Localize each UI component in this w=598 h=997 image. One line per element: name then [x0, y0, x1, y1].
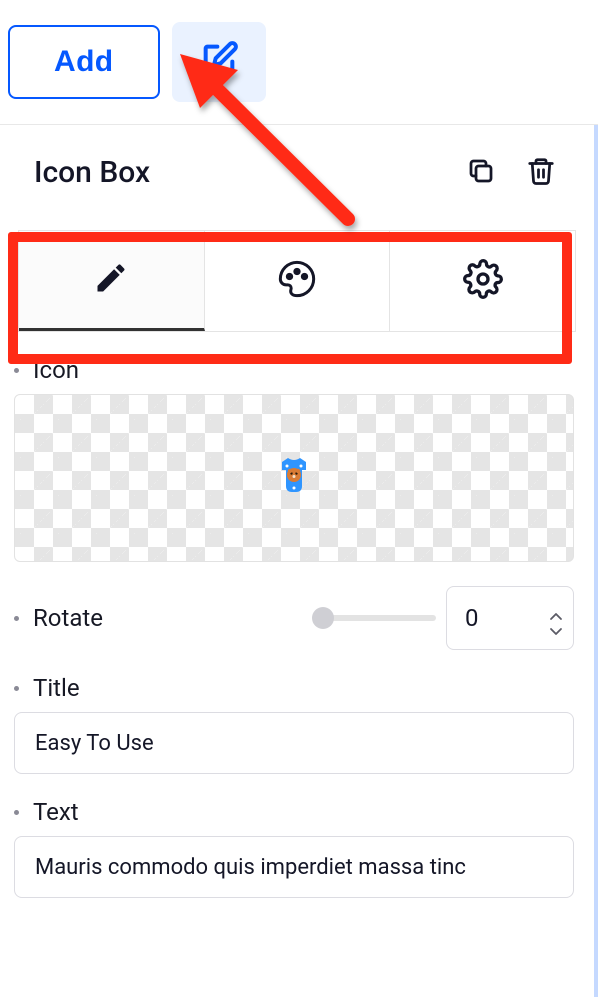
rotate-stepper[interactable]: 0	[446, 586, 574, 650]
slider-thumb[interactable]	[312, 607, 334, 629]
field-icon-label: Icon	[33, 356, 79, 384]
editor-panel: Icon Box	[0, 125, 598, 997]
stepper-up[interactable]	[549, 606, 563, 616]
text-input[interactable]: Mauris commodo quis imperdiet massa tinc	[14, 836, 574, 898]
edit-mode-button[interactable]	[172, 22, 266, 102]
widget-title: Icon Box	[34, 155, 150, 190]
rotate-value: 0	[465, 604, 479, 632]
duplicate-button[interactable]	[464, 156, 498, 190]
field-rotate: Rotate 0	[14, 586, 574, 650]
palette-icon	[277, 259, 317, 303]
icon-picker[interactable]	[14, 394, 574, 562]
copy-icon	[466, 156, 496, 190]
tab-content[interactable]	[19, 231, 205, 331]
tab-settings[interactable]	[390, 231, 575, 331]
field-title-label: Title	[33, 674, 80, 702]
panel-actions	[464, 156, 558, 190]
gear-icon	[463, 259, 503, 303]
fields-container: Icon	[0, 332, 594, 898]
top-toolbar: Add	[0, 0, 598, 125]
panel-header: Icon Box	[0, 125, 594, 202]
title-input[interactable]: Easy To Use	[14, 712, 574, 774]
field-text-label: Text	[33, 798, 79, 826]
trash-icon	[526, 156, 556, 190]
tab-style[interactable]	[205, 231, 391, 331]
stepper-down[interactable]	[549, 621, 563, 631]
rotate-slider[interactable]	[316, 615, 436, 621]
field-text: Text Mauris commodo quis imperdiet massa…	[14, 798, 574, 898]
tab-bar	[18, 230, 576, 332]
text-input-value: Mauris commodo quis imperdiet massa tinc	[35, 855, 466, 880]
delete-button[interactable]	[524, 156, 558, 190]
bullet-icon	[14, 616, 19, 621]
field-title: Title Easy To Use	[14, 674, 574, 774]
field-icon: Icon	[14, 356, 574, 562]
edit-icon	[199, 40, 239, 84]
field-rotate-label: Rotate	[33, 604, 103, 632]
add-button[interactable]: Add	[8, 25, 160, 99]
bullet-icon	[14, 368, 19, 373]
pencil-icon	[93, 260, 129, 300]
selected-icon-preview	[270, 452, 318, 504]
title-input-value: Easy To Use	[35, 731, 154, 756]
bullet-icon	[14, 686, 19, 691]
bullet-icon	[14, 810, 19, 815]
